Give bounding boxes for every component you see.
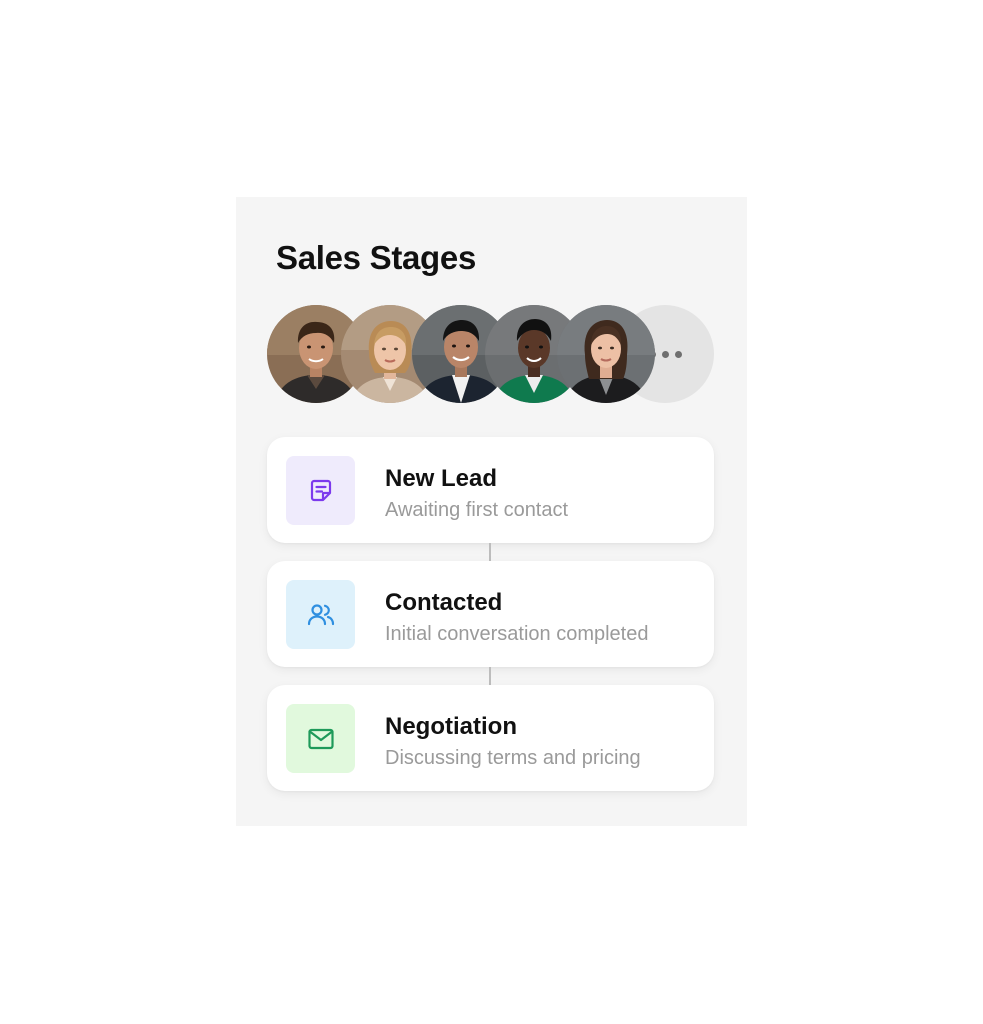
ellipsis-icon: [674, 350, 682, 358]
users-icon: [307, 603, 334, 625]
woman-long-hair-dark-blazer-avatar-icon: [557, 305, 655, 403]
stage-name: Contacted: [385, 589, 503, 616]
stage-card-contacted[interactable]: Contacted Initial conversation completed: [267, 561, 714, 667]
stage-card-new-lead[interactable]: New Lead Awaiting first contact: [267, 437, 714, 543]
stage-description: Discussing terms and pricing: [385, 747, 641, 769]
team-avatar-group: [267, 305, 727, 403]
stage-name: Negotiation: [385, 713, 517, 740]
stage-connector-line: [489, 667, 491, 685]
sticky-note-icon: [310, 479, 331, 501]
mail-icon: [307, 728, 334, 749]
avatar[interactable]: [557, 305, 655, 403]
panel-title: Sales Stages: [276, 239, 477, 276]
sales-stages-panel: Sales Stages New Lead Awaiting first con…: [236, 197, 747, 826]
stage-name: New Lead: [385, 465, 498, 492]
stage-icon-box: [286, 704, 355, 773]
stage-icon-box: [286, 580, 355, 649]
ellipsis-icon: [661, 350, 669, 358]
stage-icon-box: [286, 456, 355, 525]
stage-description: Awaiting first contact: [385, 499, 569, 521]
stage-card-negotiation[interactable]: Negotiation Discussing terms and pricing: [267, 685, 714, 791]
stage-connector-line: [489, 543, 491, 561]
stage-description: Initial conversation completed: [385, 623, 649, 645]
